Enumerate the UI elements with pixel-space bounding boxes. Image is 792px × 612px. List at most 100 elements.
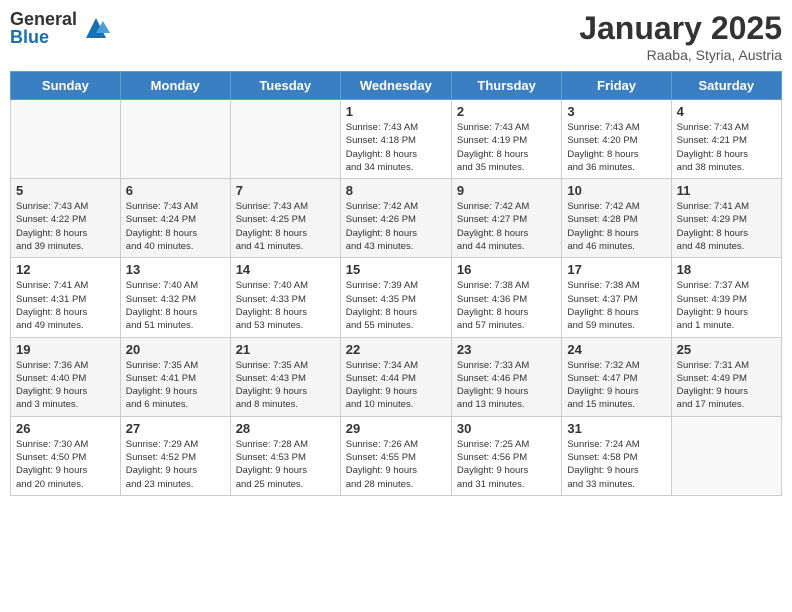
calendar-week-row: 19 Sunrise: 7:36 AM Sunset: 4:40 PM Dayli… xyxy=(11,337,782,416)
day-info: Sunrise: 7:24 AM Sunset: 4:58 PM Dayligh… xyxy=(567,438,665,491)
day-info: Sunrise: 7:41 AM Sunset: 4:29 PM Dayligh… xyxy=(677,200,776,253)
calendar-day: 17 Sunrise: 7:38 AM Sunset: 4:37 PM Dayli… xyxy=(562,258,671,337)
calendar-day: 26 Sunrise: 7:30 AM Sunset: 4:50 PM Dayli… xyxy=(11,416,121,495)
day-info: Sunrise: 7:28 AM Sunset: 4:53 PM Dayligh… xyxy=(236,438,335,491)
day-info: Sunrise: 7:35 AM Sunset: 4:43 PM Dayligh… xyxy=(236,359,335,412)
calendar-day: 12 Sunrise: 7:41 AM Sunset: 4:31 PM Dayli… xyxy=(11,258,121,337)
calendar-day: 24Sunrise: 7:32 AM Sunset: 4:47 PM Dayli… xyxy=(562,337,671,416)
calendar-day xyxy=(230,100,340,179)
day-number: 15 xyxy=(346,262,446,277)
calendar-day: 30 Sunrise: 7:25 AM Sunset: 4:56 PM Dayli… xyxy=(451,416,561,495)
calendar-day: 10 Sunrise: 7:42 AM Sunset: 4:28 PM Dayli… xyxy=(562,179,671,258)
calendar-day: 14 Sunrise: 7:40 AM Sunset: 4:33 PM Dayli… xyxy=(230,258,340,337)
day-number: 30 xyxy=(457,421,556,436)
day-number: 11 xyxy=(677,183,776,198)
calendar-day: 13Sunrise: 7:40 AM Sunset: 4:32 PM Dayli… xyxy=(120,258,230,337)
day-info: Sunrise: 7:30 AM Sunset: 4:50 PM Dayligh… xyxy=(16,438,115,491)
day-number: 19 xyxy=(16,342,115,357)
day-number: 31 xyxy=(567,421,665,436)
day-number: 17 xyxy=(567,262,665,277)
day-header: Saturday xyxy=(671,72,781,100)
day-number: 5 xyxy=(16,183,115,198)
day-header: Tuesday xyxy=(230,72,340,100)
calendar-day xyxy=(671,416,781,495)
calendar-day: 25 Sunrise: 7:31 AM Sunset: 4:49 PM Dayli… xyxy=(671,337,781,416)
calendar-day xyxy=(11,100,121,179)
day-info: Sunrise: 7:41 AM Sunset: 4:31 PM Dayligh… xyxy=(16,279,115,332)
calendar-day: 20Sunrise: 7:35 AM Sunset: 4:41 PM Dayli… xyxy=(120,337,230,416)
calendar-day: 19 Sunrise: 7:36 AM Sunset: 4:40 PM Dayli… xyxy=(11,337,121,416)
calendar-day: 8Sunrise: 7:42 AM Sunset: 4:26 PM Daylig… xyxy=(340,179,451,258)
calendar-week-row: 1Sunrise: 7:43 AM Sunset: 4:18 PM Daylig… xyxy=(11,100,782,179)
day-info: Sunrise: 7:25 AM Sunset: 4:56 PM Dayligh… xyxy=(457,438,556,491)
day-number: 23 xyxy=(457,342,556,357)
calendar-day: 18 Sunrise: 7:37 AM Sunset: 4:39 PM Dayli… xyxy=(671,258,781,337)
calendar-day xyxy=(120,100,230,179)
calendar-table: SundayMondayTuesdayWednesdayThursdayFrid… xyxy=(10,71,782,496)
calendar-day: 4 Sunrise: 7:43 AM Sunset: 4:21 PM Daylig… xyxy=(671,100,781,179)
day-info: Sunrise: 7:33 AM Sunset: 4:46 PM Dayligh… xyxy=(457,359,556,412)
day-header: Sunday xyxy=(11,72,121,100)
day-info: Sunrise: 7:29 AM Sunset: 4:52 PM Dayligh… xyxy=(126,438,225,491)
day-info: Sunrise: 7:43 AM Sunset: 4:25 PM Dayligh… xyxy=(236,200,335,253)
day-info: Sunrise: 7:40 AM Sunset: 4:32 PM Dayligh… xyxy=(126,279,225,332)
day-number: 4 xyxy=(677,104,776,119)
day-number: 16 xyxy=(457,262,556,277)
day-info: Sunrise: 7:43 AM Sunset: 4:24 PM Dayligh… xyxy=(126,200,225,253)
calendar-header-row: SundayMondayTuesdayWednesdayThursdayFrid… xyxy=(11,72,782,100)
title-section: January 2025 Raaba, Styria, Austria xyxy=(579,10,782,63)
logo-blue-text: Blue xyxy=(10,28,77,46)
day-number: 8 xyxy=(346,183,446,198)
day-header: Friday xyxy=(562,72,671,100)
day-info: Sunrise: 7:26 AM Sunset: 4:55 PM Dayligh… xyxy=(346,438,446,491)
day-number: 21 xyxy=(236,342,335,357)
logo-general-text: General xyxy=(10,10,77,28)
day-number: 24 xyxy=(567,342,665,357)
logo-icon xyxy=(81,13,111,43)
day-info: Sunrise: 7:40 AM Sunset: 4:33 PM Dayligh… xyxy=(236,279,335,332)
day-header: Wednesday xyxy=(340,72,451,100)
day-info: Sunrise: 7:31 AM Sunset: 4:49 PM Dayligh… xyxy=(677,359,776,412)
day-info: Sunrise: 7:43 AM Sunset: 4:21 PM Dayligh… xyxy=(677,121,776,174)
day-header: Thursday xyxy=(451,72,561,100)
day-number: 2 xyxy=(457,104,556,119)
day-info: Sunrise: 7:38 AM Sunset: 4:37 PM Dayligh… xyxy=(567,279,665,332)
day-number: 10 xyxy=(567,183,665,198)
day-number: 26 xyxy=(16,421,115,436)
day-number: 3 xyxy=(567,104,665,119)
day-number: 27 xyxy=(126,421,225,436)
day-info: Sunrise: 7:37 AM Sunset: 4:39 PM Dayligh… xyxy=(677,279,776,332)
day-info: Sunrise: 7:36 AM Sunset: 4:40 PM Dayligh… xyxy=(16,359,115,412)
day-number: 20 xyxy=(126,342,225,357)
calendar-day: 27 Sunrise: 7:29 AM Sunset: 4:52 PM Dayli… xyxy=(120,416,230,495)
calendar-week-row: 26 Sunrise: 7:30 AM Sunset: 4:50 PM Dayli… xyxy=(11,416,782,495)
day-number: 25 xyxy=(677,342,776,357)
day-info: Sunrise: 7:42 AM Sunset: 4:28 PM Dayligh… xyxy=(567,200,665,253)
day-number: 28 xyxy=(236,421,335,436)
day-number: 14 xyxy=(236,262,335,277)
day-info: Sunrise: 7:39 AM Sunset: 4:35 PM Dayligh… xyxy=(346,279,446,332)
calendar-day: 3Sunrise: 7:43 AM Sunset: 4:20 PM Daylig… xyxy=(562,100,671,179)
calendar-day: 11 Sunrise: 7:41 AM Sunset: 4:29 PM Dayli… xyxy=(671,179,781,258)
calendar-day: 28 Sunrise: 7:28 AM Sunset: 4:53 PM Dayli… xyxy=(230,416,340,495)
day-number: 6 xyxy=(126,183,225,198)
calendar-day: 1Sunrise: 7:43 AM Sunset: 4:18 PM Daylig… xyxy=(340,100,451,179)
logo: General Blue xyxy=(10,10,111,46)
calendar-day: 6 Sunrise: 7:43 AM Sunset: 4:24 PM Daylig… xyxy=(120,179,230,258)
calendar-day: 31 Sunrise: 7:24 AM Sunset: 4:58 PM Dayli… xyxy=(562,416,671,495)
day-number: 7 xyxy=(236,183,335,198)
day-number: 9 xyxy=(457,183,556,198)
day-info: Sunrise: 7:43 AM Sunset: 4:19 PM Dayligh… xyxy=(457,121,556,174)
day-info: Sunrise: 7:42 AM Sunset: 4:27 PM Dayligh… xyxy=(457,200,556,253)
calendar-day: 21 Sunrise: 7:35 AM Sunset: 4:43 PM Dayli… xyxy=(230,337,340,416)
calendar-day: 15 Sunrise: 7:39 AM Sunset: 4:35 PM Dayli… xyxy=(340,258,451,337)
calendar-day: 29Sunrise: 7:26 AM Sunset: 4:55 PM Dayli… xyxy=(340,416,451,495)
day-number: 12 xyxy=(16,262,115,277)
calendar-week-row: 5Sunrise: 7:43 AM Sunset: 4:22 PM Daylig… xyxy=(11,179,782,258)
day-info: Sunrise: 7:38 AM Sunset: 4:36 PM Dayligh… xyxy=(457,279,556,332)
day-number: 22 xyxy=(346,342,446,357)
month-title: January 2025 xyxy=(579,10,782,47)
day-info: Sunrise: 7:34 AM Sunset: 4:44 PM Dayligh… xyxy=(346,359,446,412)
day-info: Sunrise: 7:43 AM Sunset: 4:18 PM Dayligh… xyxy=(346,121,446,174)
day-number: 18 xyxy=(677,262,776,277)
